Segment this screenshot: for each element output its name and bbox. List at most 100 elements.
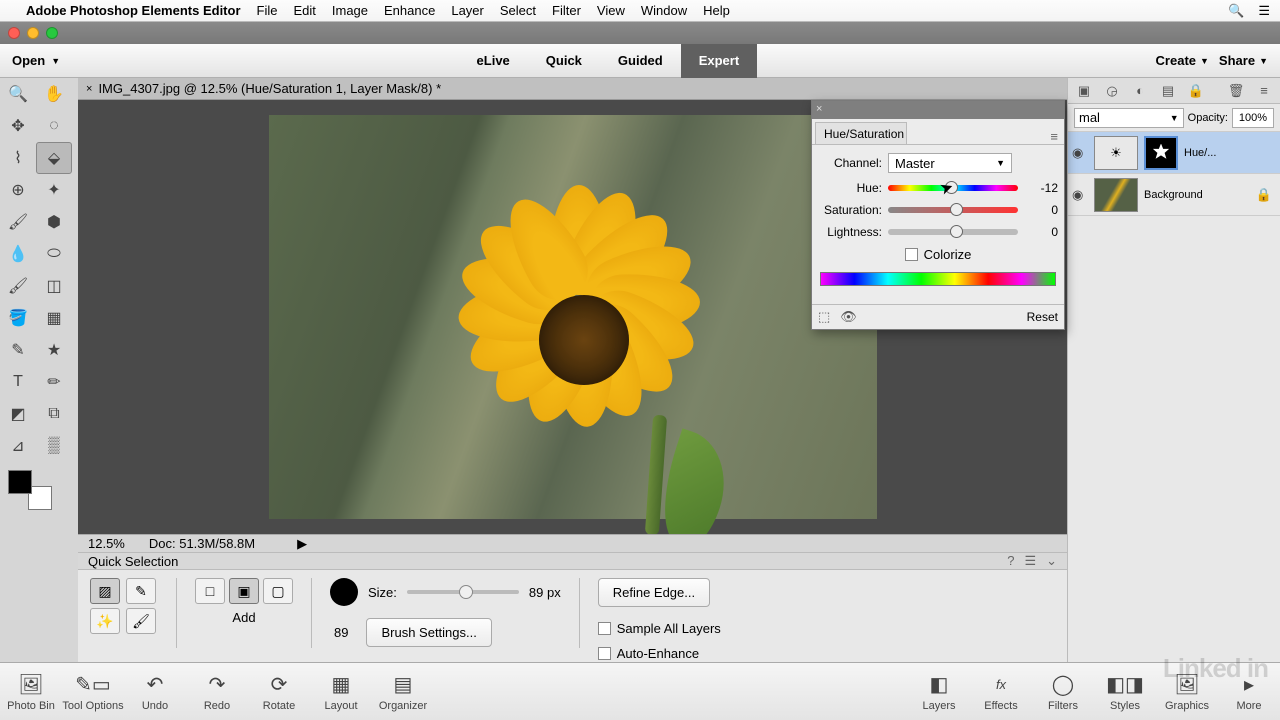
lock-icon[interactable]: 🔒 bbox=[1186, 81, 1206, 101]
tab-quick[interactable]: Quick bbox=[528, 44, 600, 78]
hue-value[interactable]: -12 bbox=[1024, 181, 1058, 195]
blend-mode-dropdown[interactable]: mal▼ bbox=[1074, 108, 1184, 128]
marquee-tool[interactable]: ◌ bbox=[36, 110, 72, 142]
saturation-slider[interactable] bbox=[888, 203, 1018, 217]
menu-file[interactable]: File bbox=[257, 3, 278, 18]
zoom-tool[interactable]: 🔍 bbox=[0, 78, 36, 110]
effects-button[interactable]: fxEffects bbox=[970, 672, 1032, 712]
bucket-tool[interactable]: 🪣 bbox=[0, 302, 36, 334]
fg-color[interactable] bbox=[8, 470, 32, 494]
size-value[interactable]: 89 bbox=[334, 625, 348, 640]
undo-button[interactable]: ↶Undo bbox=[124, 672, 186, 712]
menu-filter[interactable]: Filter bbox=[552, 3, 581, 18]
layer-hue-saturation[interactable]: ◉ ☀ Hue/... bbox=[1068, 132, 1280, 174]
channel-dropdown[interactable]: Master▼ bbox=[888, 153, 1012, 173]
type-tool[interactable]: T bbox=[0, 366, 36, 398]
preset-menu-icon[interactable]: ☰ bbox=[1024, 553, 1036, 569]
new-selection-button[interactable]: □ bbox=[195, 578, 225, 604]
layer-mask-thumb[interactable] bbox=[1144, 136, 1178, 170]
filters-button[interactable]: ◯Filters bbox=[1032, 672, 1094, 712]
photo-bin-button[interactable]: 🖼Photo Bin bbox=[0, 672, 62, 712]
new-group-icon[interactable]: ◶ bbox=[1102, 81, 1122, 101]
opacity-value[interactable]: 100% bbox=[1232, 108, 1274, 128]
panel-menu-icon[interactable]: ≡ bbox=[1050, 129, 1058, 144]
tab-expert[interactable]: Expert bbox=[681, 44, 757, 78]
sample-all-layers-checkbox[interactable]: Sample All Layers bbox=[598, 621, 721, 636]
panel-menu-icon[interactable]: ≡ bbox=[1254, 81, 1274, 101]
menu-image[interactable]: Image bbox=[332, 3, 368, 18]
redeye-tool[interactable]: ⊕ bbox=[0, 174, 36, 206]
brush-preview-icon[interactable] bbox=[330, 578, 358, 606]
mask-icon[interactable]: ▤ bbox=[1158, 81, 1178, 101]
eraser-tool[interactable]: ◫ bbox=[36, 270, 72, 302]
reset-button[interactable]: Reset bbox=[1027, 310, 1058, 324]
visibility-icon[interactable]: ◉ bbox=[1072, 145, 1088, 161]
recompose-tool[interactable]: ⧉ bbox=[36, 398, 72, 430]
tool-options-button[interactable]: ✎▭Tool Options bbox=[62, 672, 124, 712]
crop-tool[interactable]: ◩ bbox=[0, 398, 36, 430]
layer-name[interactable]: Hue/... bbox=[1184, 147, 1216, 159]
straighten-tool[interactable]: ⊿ bbox=[0, 430, 36, 462]
clone-tool[interactable]: ⬢ bbox=[36, 206, 72, 238]
smart-brush-tool[interactable]: 🖌 bbox=[0, 206, 36, 238]
blur-tool[interactable]: 💧 bbox=[0, 238, 36, 270]
refine-edge-button[interactable]: Refine Edge... bbox=[598, 578, 710, 607]
brush-tool[interactable]: 🖌 bbox=[0, 270, 36, 302]
tab-guided[interactable]: Guided bbox=[600, 44, 681, 78]
sponge-tool[interactable]: ⬭ bbox=[36, 238, 72, 270]
menu-layer[interactable]: Layer bbox=[451, 3, 484, 18]
pencil-tool[interactable]: ✏ bbox=[36, 366, 72, 398]
panel-tab[interactable]: Hue/Saturation bbox=[815, 122, 907, 144]
organizer-button[interactable]: ▤Organizer bbox=[372, 672, 434, 712]
add-selection-button[interactable]: ▣ bbox=[229, 578, 259, 604]
menu-enhance[interactable]: Enhance bbox=[384, 3, 435, 18]
eyedropper-tool[interactable]: ✎ bbox=[0, 334, 36, 366]
layout-button[interactable]: ▦Layout bbox=[310, 672, 372, 712]
trash-icon[interactable]: 🗑 bbox=[1226, 81, 1246, 101]
subtract-selection-button[interactable]: ▢ bbox=[263, 578, 293, 604]
create-button[interactable]: Create ▼ bbox=[1156, 53, 1209, 68]
status-arrow-icon[interactable]: ▶ bbox=[297, 536, 307, 552]
adjustment-icon[interactable]: ◐ bbox=[1130, 81, 1150, 101]
window-zoom-button[interactable] bbox=[46, 27, 58, 39]
document-title[interactable]: IMG_4307.jpg @ 12.5% (Hue/Saturation 1, … bbox=[98, 81, 441, 96]
content-move-tool[interactable]: ▒ bbox=[36, 430, 72, 462]
menu-edit[interactable]: Edit bbox=[293, 3, 315, 18]
clip-icon[interactable]: ⬚ bbox=[818, 309, 830, 325]
hue-saturation-panel[interactable]: × Hue/Saturation ≡ Channel: Master▼ Hue:… bbox=[811, 100, 1065, 330]
tab-elive[interactable]: eLive bbox=[459, 44, 528, 78]
window-minimize-button[interactable] bbox=[27, 27, 39, 39]
lasso-tool[interactable]: ⌇ bbox=[0, 142, 36, 174]
layers-button[interactable]: ◧Layers bbox=[908, 672, 970, 712]
magic-wand-mode[interactable]: ✨ bbox=[90, 608, 120, 634]
rotate-button[interactable]: ⟳Rotate bbox=[248, 672, 310, 712]
list-icon[interactable]: ☰ bbox=[1258, 3, 1270, 19]
spot-heal-tool[interactable]: ✦ bbox=[36, 174, 72, 206]
share-button[interactable]: Share ▼ bbox=[1219, 53, 1268, 68]
menu-help[interactable]: Help bbox=[703, 3, 730, 18]
quick-select-tool[interactable]: ⬙ bbox=[36, 142, 72, 174]
collapse-icon[interactable]: ⌄ bbox=[1046, 553, 1057, 569]
saturation-value[interactable]: 0 bbox=[1024, 203, 1058, 217]
gradient-tool[interactable]: ▦ bbox=[36, 302, 72, 334]
colorize-checkbox[interactable]: Colorize bbox=[818, 247, 1058, 262]
lightness-slider[interactable] bbox=[888, 225, 1018, 239]
window-close-button[interactable] bbox=[8, 27, 20, 39]
selection-brush-mode[interactable]: ✎ bbox=[126, 578, 156, 604]
move-tool[interactable]: ✥ bbox=[0, 110, 36, 142]
open-button[interactable]: Open ▼ bbox=[12, 53, 60, 68]
auto-enhance-checkbox[interactable]: Auto-Enhance bbox=[598, 646, 699, 661]
menu-window[interactable]: Window bbox=[641, 3, 687, 18]
hand-tool[interactable]: ✋ bbox=[36, 78, 72, 110]
visibility-icon[interactable]: 👁 bbox=[840, 309, 857, 325]
layer-name[interactable]: Background bbox=[1144, 189, 1203, 201]
menu-view[interactable]: View bbox=[597, 3, 625, 18]
adjustment-thumb[interactable]: ☀ bbox=[1094, 136, 1138, 170]
size-slider[interactable] bbox=[407, 590, 519, 594]
refine-brush-mode[interactable]: 🖌 bbox=[126, 608, 156, 634]
help-icon[interactable]: ? bbox=[1007, 553, 1014, 569]
layer-thumb[interactable] bbox=[1094, 178, 1138, 212]
brush-settings-button[interactable]: Brush Settings... bbox=[366, 618, 491, 647]
close-tab-icon[interactable]: × bbox=[86, 83, 92, 95]
lightness-value[interactable]: 0 bbox=[1024, 225, 1058, 239]
